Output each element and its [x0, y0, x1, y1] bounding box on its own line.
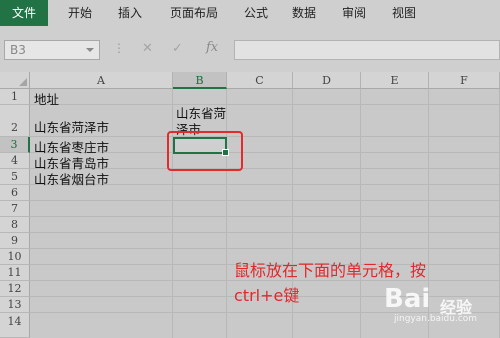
row-header-2[interactable]: 2 — [0, 105, 30, 137]
cell-a2[interactable]: 山东省菏泽市 — [34, 117, 109, 136]
watermark-brand: Bai — [384, 284, 431, 314]
formula-bar: B3 ⋮ ✕ ✓ fx — [0, 26, 500, 73]
tab-formulas[interactable]: 公式 — [238, 0, 274, 26]
column-header-d[interactable]: D — [293, 72, 361, 89]
tab-home[interactable]: 开始 — [62, 0, 98, 26]
gridline — [30, 248, 500, 249]
row-header-4[interactable]: 4 — [0, 153, 30, 169]
row-header-8[interactable]: 8 — [0, 217, 30, 233]
gridline — [30, 232, 500, 233]
check-icon[interactable]: ✓ — [172, 41, 183, 56]
tab-data[interactable]: 数据 — [286, 0, 322, 26]
gridline — [226, 89, 227, 338]
row-header-7[interactable]: 7 — [0, 201, 30, 217]
cell-a5[interactable]: 山东省烟台市 — [34, 169, 109, 188]
row-header-5[interactable]: 5 — [0, 169, 30, 185]
row-header-11[interactable]: 11 — [0, 265, 30, 281]
row-header-3[interactable]: 3 — [0, 137, 30, 153]
select-all-button[interactable] — [0, 72, 30, 89]
tab-review[interactable]: 审阅 — [336, 0, 372, 26]
tab-insert[interactable]: 插入 — [112, 0, 148, 26]
row-header-1[interactable]: 1 — [0, 89, 30, 105]
gridline — [30, 200, 500, 201]
baidu-watermark: Bai 经验 jingyan.baidu.com — [384, 282, 496, 332]
row-header-9[interactable]: 9 — [0, 233, 30, 249]
gridline — [30, 216, 500, 217]
column-header-b[interactable]: B — [173, 72, 227, 89]
formula-input[interactable] — [234, 40, 500, 60]
cell-a1[interactable]: 地址 — [34, 89, 59, 108]
column-header-f[interactable]: F — [429, 72, 500, 89]
chevron-down-icon[interactable] — [86, 48, 94, 52]
row-header-12[interactable]: 12 — [0, 281, 30, 297]
select-all-icon — [19, 78, 27, 86]
gridline — [172, 89, 173, 338]
tab-page-layout[interactable]: 页面布局 — [164, 0, 224, 26]
highlight-box — [167, 131, 243, 171]
tab-view[interactable]: 视图 — [386, 0, 422, 26]
watermark-site: jingyan.baidu.com — [394, 314, 478, 324]
column-header-e[interactable]: E — [361, 72, 429, 89]
tab-file[interactable]: 文件 — [0, 0, 48, 26]
row-header-13[interactable]: 13 — [0, 297, 30, 313]
row-header-6[interactable]: 6 — [0, 185, 30, 201]
name-box-value: B3 — [10, 43, 26, 57]
name-box[interactable]: B3 — [4, 40, 100, 60]
ribbon-tabs: 文件 开始 插入 页面布局 公式 数据 审阅 视图 — [0, 0, 500, 27]
annotation-line-1: 鼠标放在下面的单元格，按 — [234, 261, 427, 280]
drag-handle-icon[interactable]: ⋮ — [113, 41, 125, 55]
gridline — [30, 104, 500, 105]
insert-function-icon[interactable]: fx — [206, 40, 218, 55]
column-header-a[interactable]: A — [30, 72, 173, 89]
row-header-10[interactable]: 10 — [0, 249, 30, 265]
column-header-c[interactable]: C — [227, 72, 293, 89]
cancel-icon[interactable]: ✕ — [142, 41, 153, 56]
row-header-14[interactable]: 14 — [0, 313, 30, 338]
